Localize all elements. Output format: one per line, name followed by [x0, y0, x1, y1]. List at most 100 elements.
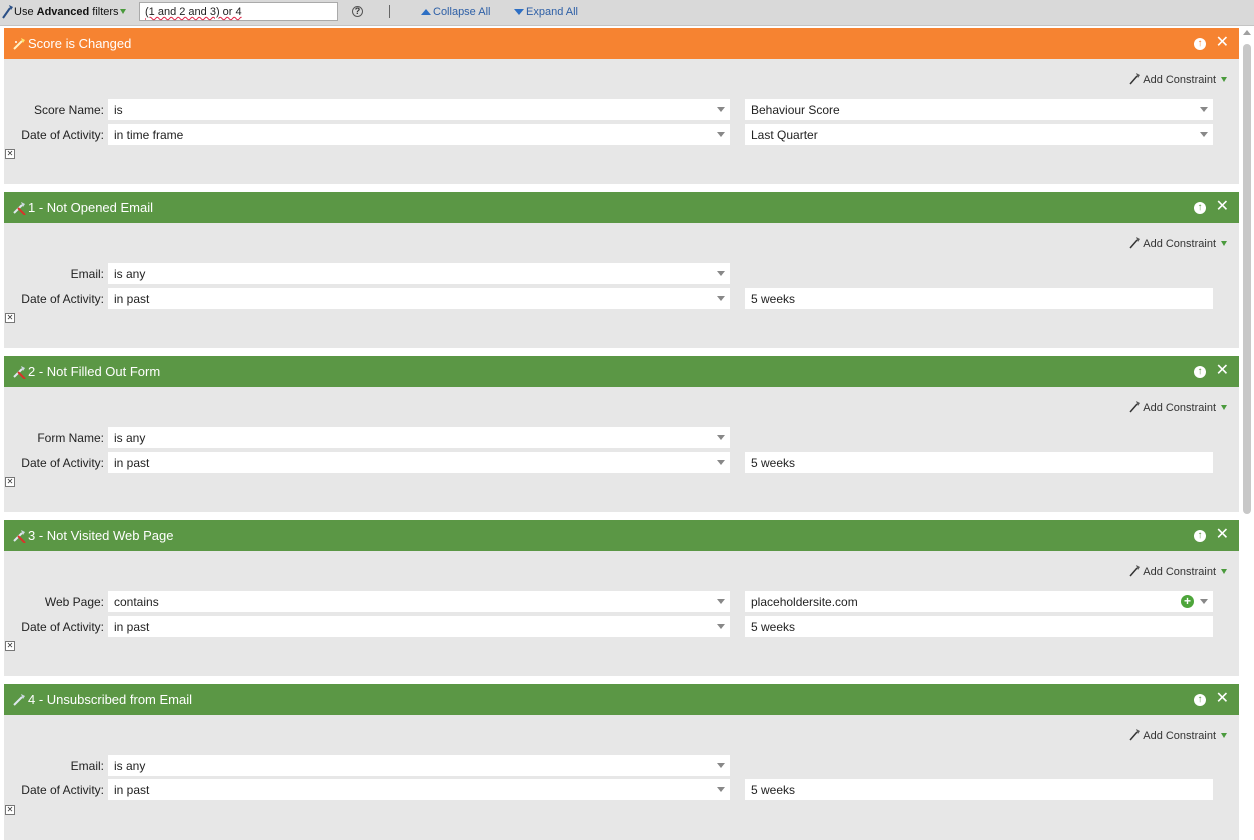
wand-icon [2, 5, 13, 19]
filter-title: 2 - Not Filled Out Form [28, 364, 161, 379]
dropdown-arrow-icon [717, 624, 725, 629]
dropdown-arrow-icon [717, 296, 725, 301]
filter-panel: 3 - Not Visited Web Page ↑ ✕ Add Constra… [4, 520, 1239, 676]
dropdown-arrow-icon [717, 107, 725, 112]
wand-icon [1129, 401, 1140, 413]
filter-header[interactable]: 4 - Unsubscribed from Email ↑ ✕ [4, 684, 1239, 715]
filter-header[interactable]: Score is Changed ↑ ✕ [4, 28, 1239, 59]
negated-filter-icon [13, 366, 26, 379]
operator-select[interactable]: is any [108, 427, 730, 448]
close-icon[interactable]: ✕ [1216, 690, 1229, 708]
dropdown-arrow-icon [1200, 599, 1208, 604]
dropdown-arrow-icon [717, 271, 725, 276]
wand-icon [1129, 565, 1140, 577]
filter-title: 3 - Not Visited Web Page [28, 528, 174, 543]
operator-select[interactable]: in past [108, 288, 730, 309]
dropdown-arrow-icon [717, 132, 725, 137]
chevron-down-icon [1221, 241, 1227, 246]
filter-title: Score is Changed [28, 36, 132, 51]
close-icon[interactable]: ✕ [1216, 34, 1229, 52]
filter-header[interactable]: 1 - Not Opened Email ↑ ✕ [4, 192, 1239, 223]
remove-constraint-icon[interactable]: ✕ [5, 149, 15, 159]
operator-select[interactable]: is any [108, 263, 730, 284]
operator-select[interactable]: in time frame [108, 124, 730, 145]
scroll-up-icon[interactable] [1243, 30, 1251, 35]
add-value-icon[interactable]: + [1181, 595, 1194, 608]
remove-constraint-icon[interactable]: ✕ [5, 805, 15, 815]
row-label: Date of Activity: [21, 620, 104, 634]
close-icon[interactable]: ✕ [1216, 362, 1229, 380]
collapse-icon [421, 9, 431, 15]
add-constraint-button[interactable]: Add Constraint [1129, 729, 1227, 742]
scrollbar-thumb[interactable] [1243, 44, 1251, 514]
chevron-down-icon [1221, 569, 1227, 574]
help-icon[interactable]: ? [352, 6, 363, 17]
filter-panel: 4 - Unsubscribed from Email ↑ ✕ Add Cons… [4, 684, 1239, 840]
filter-header[interactable]: 2 - Not Filled Out Form ↑ ✕ [4, 356, 1239, 387]
dropdown-arrow-icon [1200, 107, 1208, 112]
chevron-down-icon [1221, 405, 1227, 410]
toolbar-divider [389, 5, 390, 18]
remove-constraint-icon[interactable]: ✕ [5, 477, 15, 487]
add-constraint-button[interactable]: Add Constraint [1129, 565, 1227, 578]
add-constraint-button[interactable]: Add Constraint [1129, 237, 1227, 250]
filter-panel: 2 - Not Filled Out Form ↑ ✕ Add Constrai… [4, 356, 1239, 512]
close-icon[interactable]: ✕ [1216, 198, 1229, 216]
row-label: Email: [70, 267, 104, 281]
filter-toolbar: Use Advanced filters (1 and 2 and 3) or … [0, 0, 1254, 26]
row-label: Email: [70, 759, 104, 773]
operator-select[interactable]: in past [108, 779, 730, 800]
filter-panel: 1 - Not Opened Email ↑ ✕ Add Constraint … [4, 192, 1239, 348]
move-up-icon[interactable]: ↑ [1194, 38, 1206, 50]
move-up-icon[interactable]: ↑ [1194, 530, 1206, 542]
filter-panel: Score is Changed ↑ ✕ Add Constraint Scor… [4, 28, 1239, 184]
expand-all-button[interactable]: Expand All [514, 6, 578, 18]
dropdown-arrow-icon [1200, 132, 1208, 137]
filter-header[interactable]: 3 - Not Visited Web Page ↑ ✕ [4, 520, 1239, 551]
value-input[interactable]: 5 weeks [745, 616, 1213, 637]
value-select[interactable]: placeholdersite.com + [745, 591, 1213, 612]
operator-select[interactable]: contains [108, 591, 730, 612]
row-label: Form Name: [37, 431, 104, 445]
negated-filter-icon [13, 530, 26, 543]
value-select[interactable]: Behaviour Score [745, 99, 1213, 120]
filter-title: 4 - Unsubscribed from Email [28, 692, 192, 707]
add-constraint-button[interactable]: Add Constraint [1129, 73, 1227, 86]
value-input[interactable]: 5 weeks [745, 779, 1213, 800]
wand-icon [1129, 73, 1140, 85]
dropdown-arrow-icon [717, 787, 725, 792]
dropdown-arrow-icon [717, 763, 725, 768]
row-label: Date of Activity: [21, 292, 104, 306]
remove-constraint-icon[interactable]: ✕ [5, 313, 15, 323]
row-label: Web Page: [44, 595, 104, 609]
use-advanced-filters-menu[interactable]: Use Advanced filters [14, 6, 119, 18]
value-select[interactable]: Last Quarter [745, 124, 1213, 145]
operator-select[interactable]: is [108, 99, 730, 120]
value-input[interactable]: 5 weeks [745, 452, 1213, 473]
expand-icon [514, 9, 524, 15]
negated-filter-icon [13, 202, 26, 215]
operator-select[interactable]: in past [108, 452, 730, 473]
chevron-down-icon [1221, 733, 1227, 738]
dropdown-arrow-icon [717, 599, 725, 604]
dropdown-arrow-icon [717, 435, 725, 440]
value-input[interactable]: 5 weeks [745, 288, 1213, 309]
move-up-icon[interactable]: ↑ [1194, 202, 1206, 214]
move-up-icon[interactable]: ↑ [1194, 366, 1206, 378]
advanced-logic-input[interactable]: (1 and 2 and 3) or 4 [139, 2, 338, 21]
collapse-all-button[interactable]: Collapse All [421, 6, 490, 18]
row-label: Date of Activity: [21, 783, 104, 797]
close-icon[interactable]: ✕ [1216, 526, 1229, 544]
wand-icon [1129, 729, 1140, 741]
wand-icon [13, 38, 25, 50]
move-up-icon[interactable]: ↑ [1194, 694, 1206, 706]
filter-icon [13, 694, 25, 706]
operator-select[interactable]: in past [108, 616, 730, 637]
operator-select[interactable]: is any [108, 755, 730, 776]
chevron-down-icon[interactable] [120, 9, 126, 14]
add-constraint-button[interactable]: Add Constraint [1129, 401, 1227, 414]
remove-constraint-icon[interactable]: ✕ [5, 641, 15, 651]
chevron-down-icon [1221, 77, 1227, 82]
filter-title: 1 - Not Opened Email [28, 200, 154, 215]
row-label: Date of Activity: [21, 456, 104, 470]
